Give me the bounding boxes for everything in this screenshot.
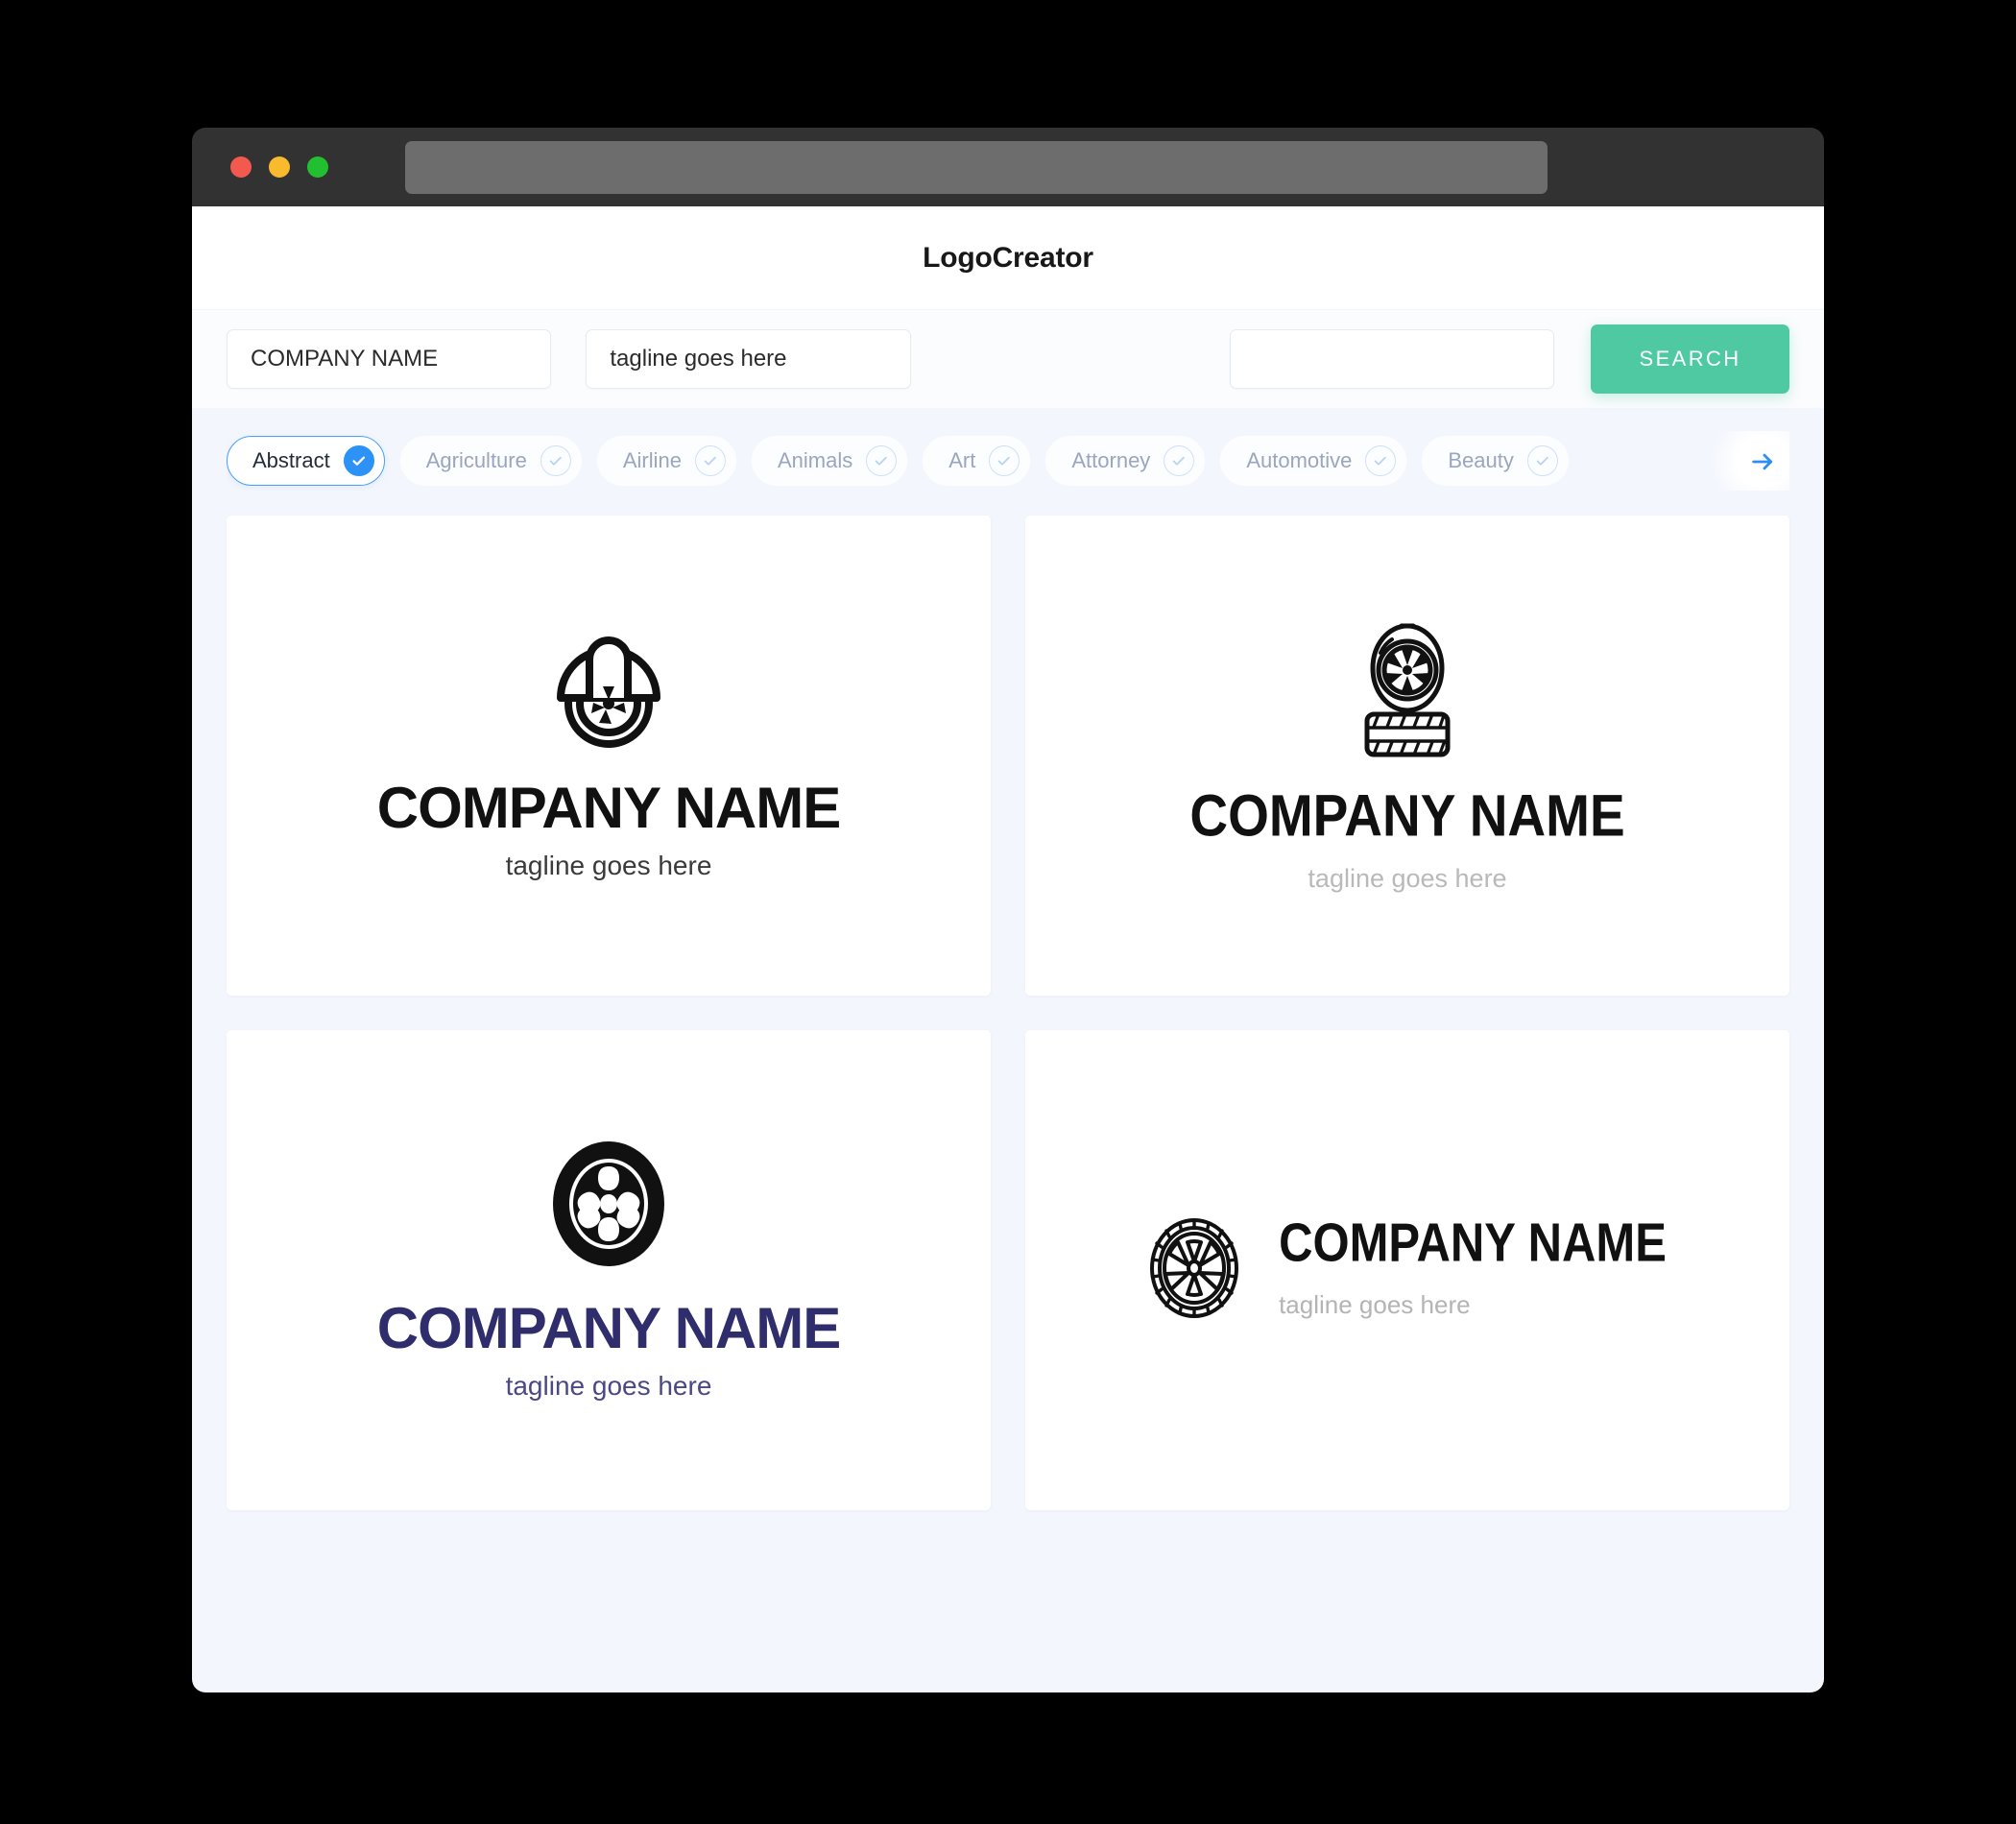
close-window-button[interactable]	[230, 156, 252, 178]
page-title: LogoCreator	[923, 241, 1093, 274]
category-chip-beauty[interactable]: Beauty	[1422, 436, 1569, 486]
minimize-window-button[interactable]	[269, 156, 290, 178]
category-chip-label: Animals	[778, 448, 853, 472]
solid-tire-six-spoke-icon	[551, 1140, 666, 1273]
logo-preview: COMPANY NAME tagline goes here	[1189, 618, 1625, 894]
category-chip-label: Automotive	[1246, 448, 1353, 472]
tagline-input[interactable]: tagline goes here	[586, 329, 911, 389]
check-circle-icon	[1526, 445, 1558, 476]
app-header: LogoCreator	[192, 206, 1824, 309]
category-chip-animals[interactable]: Animals	[752, 436, 908, 486]
logo-text-block: COMPANY NAME tagline goes here	[1279, 1216, 1667, 1320]
logo-card[interactable]: COMPANY NAME tagline goes here	[227, 516, 991, 996]
check-circle-icon	[1164, 445, 1195, 476]
search-button[interactable]: SEARCH	[1591, 324, 1790, 394]
logo-company-name: COMPANY NAME	[1279, 1212, 1667, 1273]
category-chip-label: Airline	[622, 448, 682, 472]
url-address-bar[interactable]	[405, 140, 1548, 194]
stacked-tire-wheel-icon	[1359, 618, 1455, 765]
logo-results-grid: COMPANY NAME tagline goes here COMPANY N…	[227, 516, 1789, 1545]
logo-tagline: tagline goes here	[1279, 1290, 1471, 1319]
logo-card[interactable]: COMPANY NAME tagline goes here	[1025, 1030, 1789, 1510]
check-circle-icon	[1365, 445, 1397, 476]
search-toolbar: COMPANY NAME tagline goes here SEARCH	[192, 309, 1824, 408]
results-content: Abstract Agriculture Airline Animals Art…	[192, 408, 1824, 1692]
logo-preview: COMPANY NAME tagline goes here	[1148, 1216, 1667, 1324]
browser-window: LogoCreator COMPANY NAME tagline goes he…	[192, 128, 1824, 1692]
check-circle-icon	[343, 445, 374, 476]
traffic-light-buttons	[230, 156, 328, 178]
check-circle-icon	[866, 445, 898, 476]
maximize-window-button[interactable]	[307, 156, 328, 178]
check-circle-icon	[540, 445, 571, 476]
logo-company-name: COMPANY NAME	[376, 775, 841, 840]
category-filter-bar: Abstract Agriculture Airline Animals Art…	[227, 431, 1789, 491]
category-chip-label: Art	[948, 448, 976, 472]
logo-tagline: tagline goes here	[1308, 863, 1507, 893]
logo-tagline: tagline goes here	[505, 850, 712, 880]
category-chip-label: Beauty	[1448, 448, 1514, 472]
category-chip-agriculture[interactable]: Agriculture	[399, 436, 582, 486]
logo-tagline: tagline goes here	[505, 1370, 712, 1401]
category-chip-attorney[interactable]: Attorney	[1045, 436, 1206, 486]
category-chip-automotive[interactable]: Automotive	[1220, 436, 1407, 486]
logo-preview: COMPANY NAME tagline goes here	[376, 631, 841, 881]
category-chip-label: Abstract	[252, 448, 330, 472]
category-chip-label: Attorney	[1071, 448, 1151, 472]
category-chip-label: Agriculture	[425, 448, 527, 472]
keyword-input[interactable]	[1229, 329, 1555, 389]
logo-company-name: COMPANY NAME	[376, 1295, 841, 1360]
check-circle-icon	[695, 445, 726, 476]
car-fender-wheel-icon	[547, 631, 670, 755]
arrow-right-icon[interactable]	[1736, 435, 1789, 489]
category-chip-airline[interactable]: Airline	[596, 436, 736, 486]
logo-company-name: COMPANY NAME	[1189, 781, 1625, 849]
logo-card[interactable]: COMPANY NAME tagline goes here	[227, 1030, 991, 1510]
outline-tire-tread-wheel-icon	[1148, 1217, 1240, 1324]
company-name-input[interactable]: COMPANY NAME	[227, 329, 552, 389]
category-chip-art[interactable]: Art	[923, 436, 1031, 486]
logo-card[interactable]: COMPANY NAME tagline goes here	[1025, 516, 1789, 996]
logo-preview: COMPANY NAME tagline goes here	[376, 1140, 841, 1402]
check-circle-icon	[989, 445, 1020, 476]
category-chip-abstract[interactable]: Abstract	[227, 436, 385, 486]
browser-titlebar	[192, 128, 1824, 206]
